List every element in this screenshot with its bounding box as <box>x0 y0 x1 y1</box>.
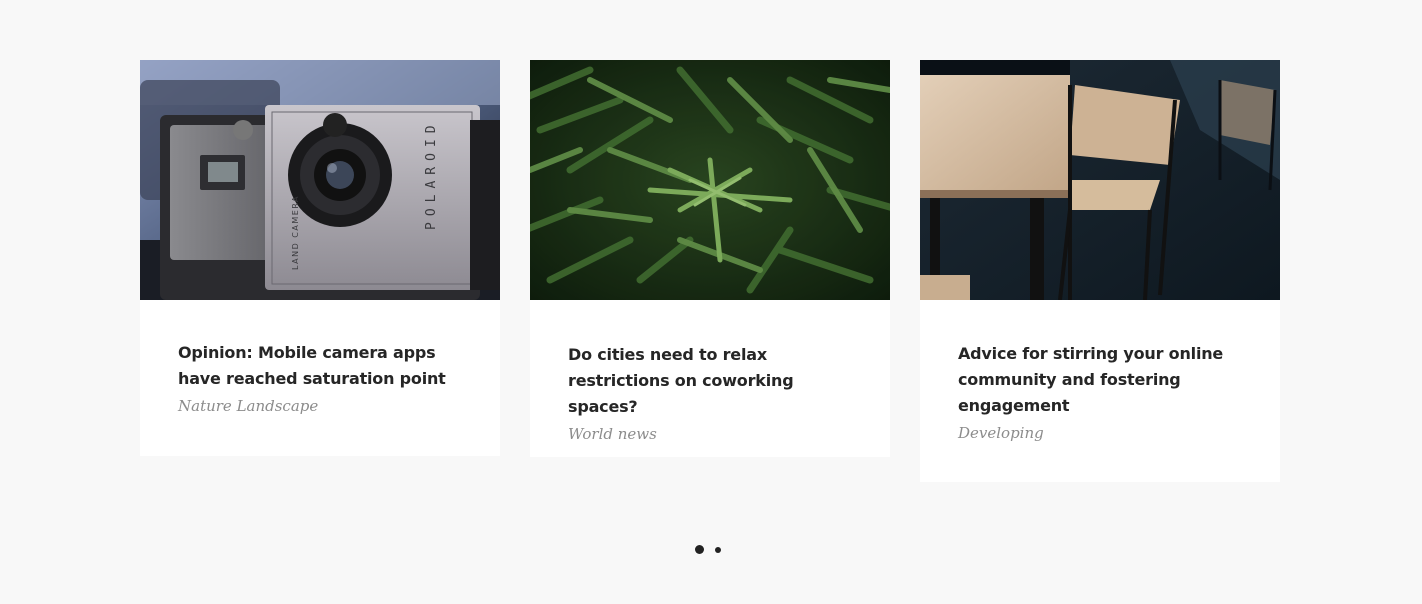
post-category[interactable]: Developing <box>958 423 1242 443</box>
post-title[interactable]: Do cities need to relax restrictions on … <box>568 342 852 420</box>
post-card[interactable]: POLAROID LAND CAMERA Opinion: Mobile cam… <box>140 60 500 456</box>
carousel-pagination <box>695 545 735 555</box>
post-card[interactable]: Do cities need to relax restrictions on … <box>530 60 890 457</box>
post-card[interactable]: Advice for stirring your online communit… <box>920 60 1280 482</box>
post-title[interactable]: Opinion: Mobile camera apps have reached… <box>178 340 462 392</box>
post-carousel: POLAROID LAND CAMERA Opinion: Mobile cam… <box>140 60 1280 500</box>
camera-photo-illustration: POLAROID LAND CAMERA <box>140 60 500 300</box>
pagination-dot[interactable] <box>715 546 721 553</box>
post-image-ferns[interactable] <box>530 60 890 300</box>
pagination-dot-active[interactable] <box>695 545 704 554</box>
fern-photo-illustration <box>530 60 890 300</box>
post-card-body: Advice for stirring your online communit… <box>920 300 1280 443</box>
post-category[interactable]: World news <box>568 424 852 444</box>
post-card-body: Do cities need to relax restrictions on … <box>530 300 890 444</box>
svg-text:POLAROID: POLAROID <box>424 119 439 230</box>
post-image-table-chairs[interactable] <box>920 60 1280 300</box>
post-card-body: Opinion: Mobile camera apps have reached… <box>140 300 500 416</box>
post-image-camera[interactable]: POLAROID LAND CAMERA <box>140 60 500 300</box>
svg-text:LAND CAMERA: LAND CAMERA <box>291 195 300 270</box>
post-title[interactable]: Advice for stirring your online communit… <box>958 341 1242 419</box>
post-category[interactable]: Nature Landscape <box>178 396 462 416</box>
table-chairs-photo-illustration <box>920 60 1280 300</box>
